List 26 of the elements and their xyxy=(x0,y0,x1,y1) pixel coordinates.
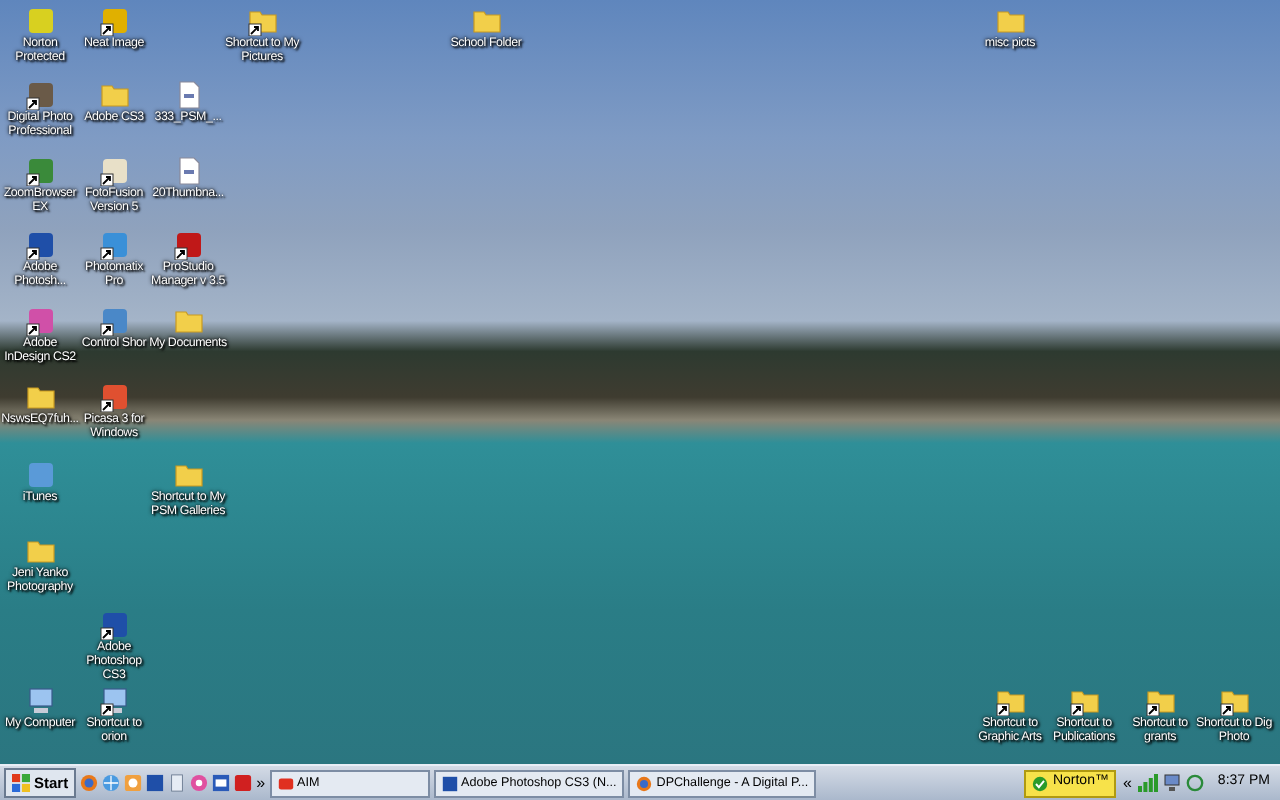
folder-icon[interactable] xyxy=(1069,686,1099,716)
app-icon[interactable] xyxy=(25,156,55,186)
folder-icon[interactable] xyxy=(995,686,1025,716)
check-icon xyxy=(1032,775,1049,791)
app-icon[interactable] xyxy=(99,382,129,412)
app-icon[interactable] xyxy=(99,6,129,36)
app-icon[interactable] xyxy=(99,230,129,260)
document-icon[interactable] xyxy=(168,774,187,792)
app-icon[interactable] xyxy=(25,80,55,110)
computer-icon[interactable] xyxy=(99,686,129,716)
app-icon[interactable] xyxy=(99,156,129,186)
app-icon[interactable] xyxy=(25,230,55,260)
app-icon[interactable] xyxy=(25,306,55,336)
folder-icon[interactable] xyxy=(1219,686,1249,716)
folder-icon[interactable] xyxy=(247,6,277,36)
network-icon[interactable] xyxy=(1163,774,1180,792)
folder-icon[interactable] xyxy=(25,382,55,412)
quick-launch-more[interactable]: » xyxy=(256,771,266,795)
tray-expand-button[interactable]: « xyxy=(1122,771,1132,795)
document-icon[interactable] xyxy=(173,80,203,110)
app-icon[interactable] xyxy=(99,610,129,640)
folder-icon[interactable] xyxy=(1145,686,1175,716)
windows-flag-icon xyxy=(12,774,30,792)
document-icon[interactable] xyxy=(173,156,203,186)
app-icon[interactable] xyxy=(173,230,203,260)
app-icon[interactable] xyxy=(99,306,129,336)
